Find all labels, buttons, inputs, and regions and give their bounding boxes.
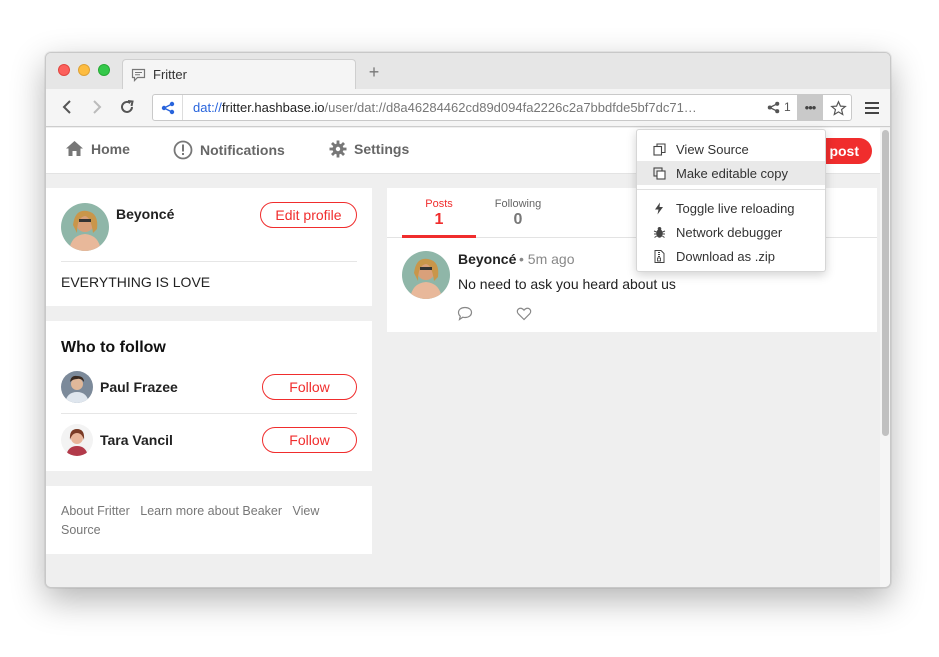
comment-icon bbox=[457, 306, 473, 321]
reload-icon bbox=[121, 100, 134, 113]
menu-item-label: Download as .zip bbox=[676, 248, 775, 264]
footer-links: About Fritter Learn more about Beaker Vi… bbox=[61, 502, 351, 540]
nav-notifications-label: Notifications bbox=[200, 142, 285, 158]
profile-bio: EVERYTHING IS LOVE bbox=[61, 274, 211, 290]
minimize-window-button[interactable] bbox=[78, 64, 90, 76]
network-share-icon bbox=[767, 101, 780, 113]
menu-item-label: Network debugger bbox=[676, 224, 783, 240]
active-tab-indicator bbox=[402, 235, 476, 238]
profile-card: Beyoncé Edit profile EVERYTHING IS LOVE bbox=[46, 188, 372, 306]
heart-icon bbox=[516, 307, 532, 321]
bolt-icon bbox=[652, 201, 666, 215]
navigation-bar: dat://fritter.hashbase.io/user/dat://d8a… bbox=[46, 89, 890, 127]
chat-bubble-icon bbox=[131, 68, 147, 82]
who-to-follow-card: Who to follow Paul Frazee Follow Tara Va… bbox=[46, 321, 372, 471]
tab-posts-count: 1 bbox=[434, 211, 444, 228]
tab-posts[interactable]: Posts 1 bbox=[402, 198, 476, 229]
like-button[interactable] bbox=[516, 306, 532, 321]
menu-item-view-source[interactable]: View Source bbox=[637, 137, 825, 161]
address-bar[interactable]: dat://fritter.hashbase.io/user/dat://d8a… bbox=[152, 94, 852, 121]
menu-item-download-zip[interactable]: Download as .zip bbox=[637, 244, 825, 268]
nav-notifications[interactable]: Notifications bbox=[173, 140, 285, 160]
url-protocol: dat:// bbox=[193, 100, 222, 115]
footer-card: About Fritter Learn more about Beaker Vi… bbox=[46, 486, 372, 554]
forward-button[interactable] bbox=[86, 96, 108, 118]
profile-avatar[interactable] bbox=[61, 203, 109, 251]
post-author[interactable]: Beyoncé bbox=[458, 251, 516, 267]
home-icon bbox=[65, 140, 84, 157]
forward-arrow-icon bbox=[93, 100, 102, 114]
browser-window: Fritter + dat://fritter.hashbase.io/user… bbox=[45, 52, 891, 588]
close-window-button[interactable] bbox=[58, 64, 70, 76]
edit-profile-button[interactable]: Edit profile bbox=[260, 202, 357, 228]
nav-home-label: Home bbox=[91, 140, 130, 157]
page-menu-dropdown: View Source Make editable copy Toggle li… bbox=[636, 129, 826, 272]
divider bbox=[61, 261, 357, 262]
clone-icon bbox=[652, 166, 666, 180]
menu-item-label: Toggle live reloading bbox=[676, 200, 795, 216]
gear-icon bbox=[329, 140, 347, 158]
follow-button-paul[interactable]: Follow bbox=[262, 374, 357, 400]
tab-title: Fritter bbox=[153, 67, 187, 82]
browser-tab[interactable]: Fritter bbox=[122, 59, 356, 89]
peer-count[interactable]: 1 bbox=[767, 100, 791, 114]
menu-item-label: View Source bbox=[676, 141, 749, 157]
maximize-window-button[interactable] bbox=[98, 64, 110, 76]
post-timestamp: • 5m ago bbox=[519, 251, 575, 267]
reload-button[interactable] bbox=[116, 96, 138, 118]
footer-link-beaker[interactable]: Learn more about Beaker bbox=[140, 504, 282, 518]
title-bar: Fritter + bbox=[46, 53, 890, 89]
hamburger-icon bbox=[865, 102, 879, 114]
nav-settings[interactable]: Settings bbox=[329, 140, 409, 158]
zip-file-icon bbox=[652, 249, 666, 263]
url-host: fritter.hashbase.io bbox=[221, 100, 325, 115]
follow-avatar-paul[interactable] bbox=[61, 371, 93, 403]
menu-separator bbox=[637, 189, 825, 190]
menu-item-network-debugger[interactable]: Network debugger bbox=[637, 220, 825, 244]
follow-button-tara[interactable]: Follow bbox=[262, 427, 357, 453]
menu-item-toggle-live-reloading[interactable]: Toggle live reloading bbox=[637, 196, 825, 220]
bug-icon bbox=[652, 225, 666, 239]
scrollbar-thumb[interactable] bbox=[882, 130, 889, 436]
back-arrow-icon bbox=[62, 100, 71, 114]
peer-count-value: 1 bbox=[784, 100, 791, 114]
tab-posts-label: Posts bbox=[425, 198, 453, 210]
copy-icon bbox=[652, 142, 666, 156]
post-author-avatar[interactable] bbox=[402, 251, 450, 299]
bookmark-button[interactable] bbox=[827, 97, 849, 119]
new-tab-button[interactable]: + bbox=[364, 62, 384, 83]
follow-user-name[interactable]: Tara Vancil bbox=[100, 432, 173, 448]
profile-name: Beyoncé bbox=[116, 206, 175, 222]
who-to-follow-title: Who to follow bbox=[61, 339, 166, 356]
follow-user-name[interactable]: Paul Frazee bbox=[100, 379, 178, 395]
nav-home[interactable]: Home bbox=[65, 140, 130, 157]
back-button[interactable] bbox=[56, 96, 78, 118]
divider bbox=[61, 413, 357, 414]
share-icon[interactable] bbox=[153, 95, 183, 120]
nav-settings-label: Settings bbox=[354, 141, 410, 157]
tab-following-count: 0 bbox=[513, 211, 523, 228]
tab-following-label: Following bbox=[494, 198, 542, 210]
browser-menu-button[interactable] bbox=[861, 97, 883, 119]
follow-avatar-tara[interactable] bbox=[61, 424, 93, 456]
alert-circle-icon bbox=[173, 140, 193, 160]
url-text[interactable]: dat://fritter.hashbase.io/user/dat://d8a… bbox=[193, 100, 749, 115]
page-menu-button[interactable]: ••• bbox=[797, 95, 823, 120]
menu-item-make-editable-copy[interactable]: Make editable copy bbox=[637, 161, 825, 185]
page-scrollbar[interactable] bbox=[880, 128, 890, 587]
footer-link-about[interactable]: About Fritter bbox=[61, 504, 130, 518]
post-text: No need to ask you heard about us bbox=[458, 276, 676, 292]
menu-item-label: Make editable copy bbox=[676, 165, 789, 181]
reply-button[interactable] bbox=[457, 306, 473, 321]
tab-following[interactable]: Following 0 bbox=[481, 198, 555, 229]
star-icon bbox=[829, 99, 847, 116]
url-path: /user/dat://d8a46284462cd89d094fa2226c2a… bbox=[324, 100, 697, 115]
